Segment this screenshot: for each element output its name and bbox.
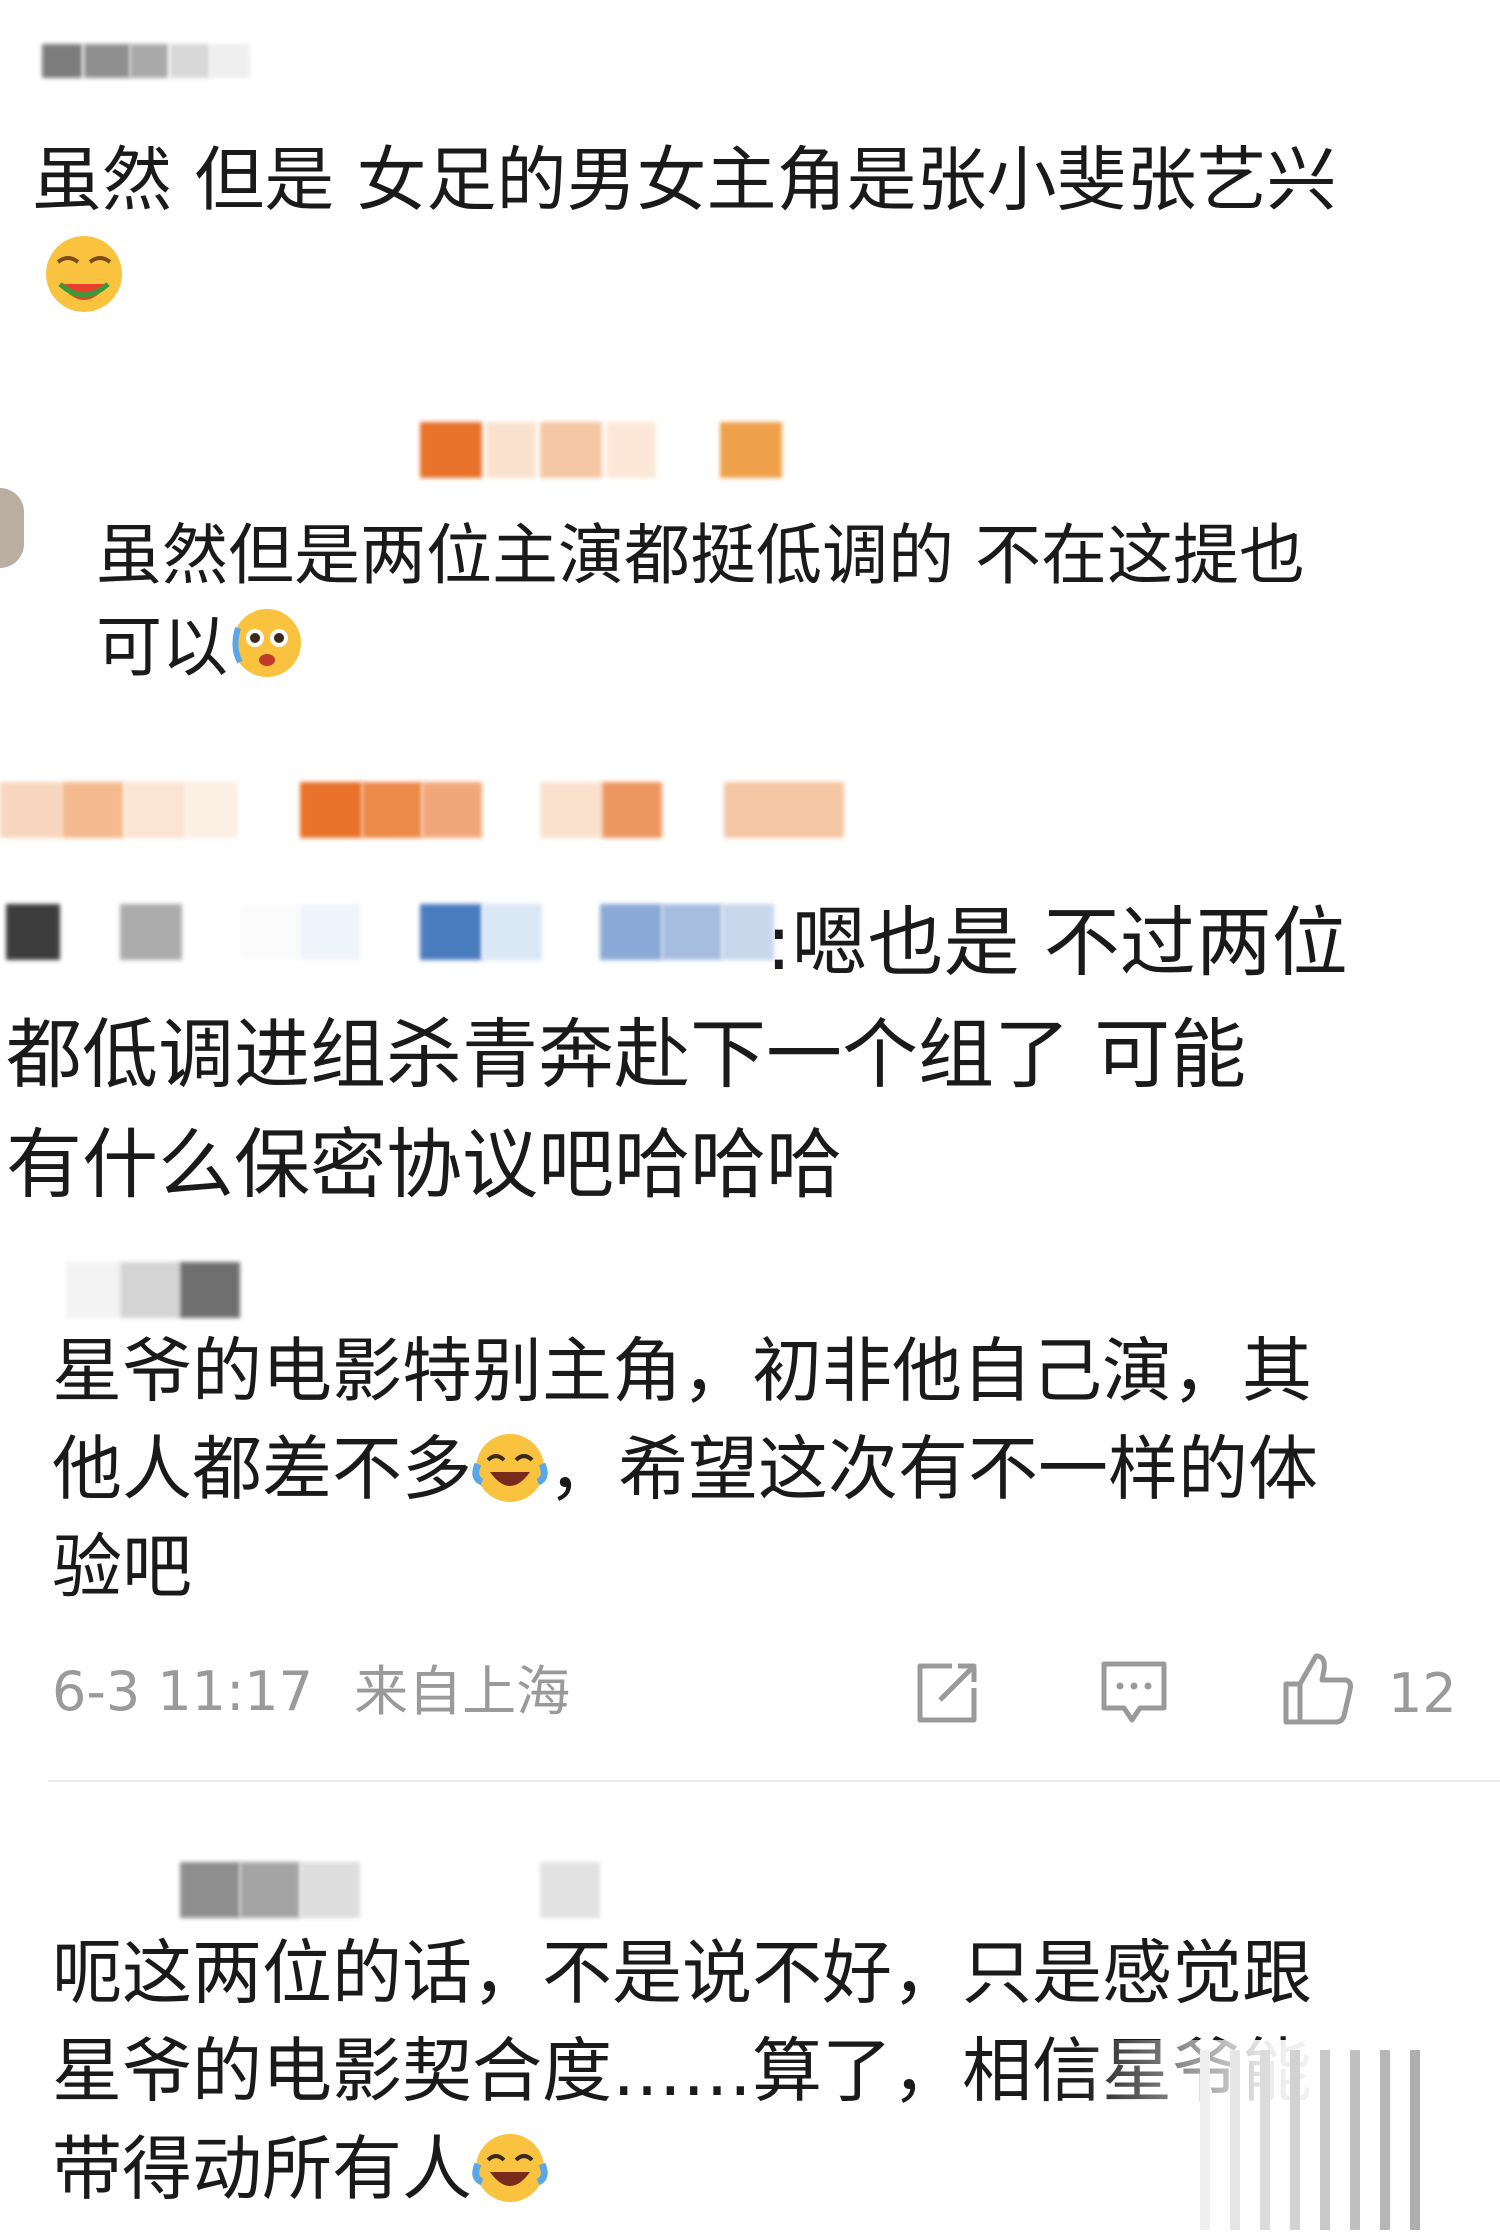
comment-icon[interactable] [1098,1656,1170,1730]
comment-text-line: 虽然但是两位主演都挺低调的 不在这提也 [96,517,1305,594]
comment-meta: 6-3 11:17 来自上海 [52,1660,570,1724]
comment-text-line: :嗯也是 不过两位 [766,898,1348,987]
watermark-bar [1230,2050,1240,2230]
comment-text-line: 虽然 但是 女足的男女主角是张小斐张艺兴 [32,139,1337,221]
like-count: 12 [1388,1662,1457,1725]
divider [48,1780,1500,1782]
tearful-smile-emoji [232,608,301,677]
comment-text-line: 都低调进组杀青奔赴下一个组了 可能 [6,1010,1247,1099]
comment-text-line: 他人都差不多 [52,1428,472,1510]
watermark-bar [1290,2050,1300,2230]
comment-text-line: 可以 [96,609,228,686]
comment-text-line: 带得动所有人 [52,2128,472,2210]
comment-text: 虽然 但是 女足的男女主角是张小斐张艺兴 [32,130,1472,230]
comment-text: 都低调进组杀青奔赴下一个组了 可能 有什么保密协议吧哈哈哈 [6,1000,1486,1220]
watermark-bar [1260,2050,1270,2230]
watermark-bar [1380,2050,1390,2230]
like-icon[interactable] [1280,1650,1356,1730]
watermelon-grin-emoji [46,236,122,312]
comment-text: 星爷的电影特别主角，初非他自己演，其 他人都差不多 ，希望这次有不一样的体 验吧 [52,1322,1472,1616]
comment-date: 6-3 11:17 [52,1660,313,1723]
share-icon[interactable] [912,1658,982,1728]
watermark-bar [1350,2050,1360,2230]
comment-text-line: ，希望这次有不一样的体 [548,1428,1318,1510]
laugh-cry-emoji [472,2133,548,2202]
laugh-cry-emoji [472,1433,548,1502]
watermark-bar [1410,2050,1420,2230]
comment-location: 来自上海 [354,1660,571,1723]
comment-text-line: 验吧 [52,1526,192,1608]
comment-text-line: 星爷的电影特别主角，初非他自己演，其 [52,1330,1312,1412]
watermark-bar [1320,2050,1330,2230]
watermark-bar [1200,2050,1210,2230]
comment-text-line: 有什么保密协议吧哈哈哈 [6,1120,842,1209]
comment-text: 虽然但是两位主演都挺低调的 不在这提也 可以 [96,510,1476,694]
comment-text-line: 呃这两位的话，不是说不好，只是感觉跟 [52,1932,1312,2014]
avatar[interactable] [0,488,24,568]
